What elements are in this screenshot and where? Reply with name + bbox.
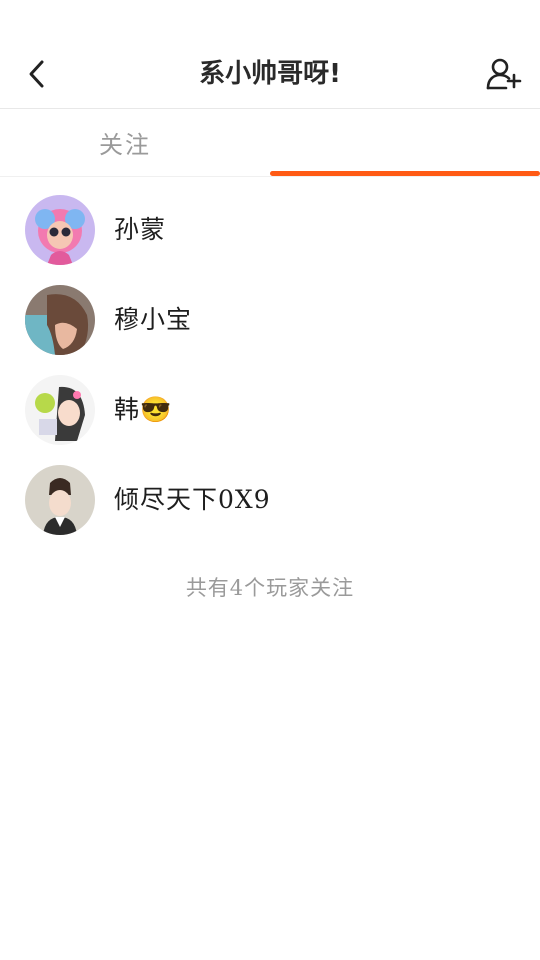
list-item[interactable]: 韩😎 <box>0 375 540 465</box>
user-name: 穆小宝 <box>114 305 193 334</box>
chevron-left-icon <box>29 60 44 88</box>
active-tab-indicator <box>270 171 540 176</box>
avatar <box>25 285 95 355</box>
avatar <box>25 465 95 535</box>
tab-following[interactable]: 关注 <box>0 109 270 176</box>
avatar <box>25 195 95 265</box>
tab-bar: 关注 <box>0 109 540 177</box>
user-name: 倾尽天下0X9 <box>114 485 271 514</box>
user-name: 孙蒙 <box>114 215 167 244</box>
tab-following-label: 关注 <box>99 131 151 159</box>
user-list: 孙蒙 穆小宝 韩😎 倾尽天下0X9 <box>0 195 540 555</box>
follower-count-summary: 共有4个玩家关注 <box>185 576 355 600</box>
add-user-icon <box>486 58 522 90</box>
add-user-button[interactable] <box>484 54 524 94</box>
tab-second[interactable] <box>270 109 540 176</box>
avatar <box>25 375 95 445</box>
back-button[interactable] <box>20 56 56 92</box>
list-item[interactable]: 倾尽天下0X9 <box>0 465 540 555</box>
user-name: 韩😎 <box>114 395 173 424</box>
page-title: 系小帅哥呀! <box>199 59 341 89</box>
list-item[interactable]: 孙蒙 <box>0 195 540 285</box>
top-nav-bar: 系小帅哥呀! <box>0 40 540 109</box>
list-item[interactable]: 穆小宝 <box>0 285 540 375</box>
